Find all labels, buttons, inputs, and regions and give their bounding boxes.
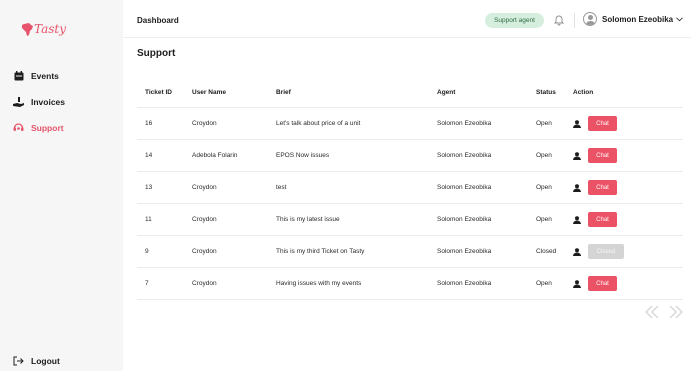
closed-button: Closed — [588, 244, 624, 259]
sidebar: Tasty Events Invoices Support Logout — [0, 0, 123, 371]
table-header-row: Ticket ID User Name Brief Agent Status A… — [137, 78, 683, 108]
action-cell: Chat — [573, 148, 683, 163]
calendar-icon — [13, 70, 24, 81]
user-name-cell: Croydon — [192, 248, 217, 255]
brief-cell: This is my third Ticket on Tasty — [276, 248, 365, 255]
page-title: Support — [137, 48, 176, 59]
action-cell: Chat — [573, 276, 683, 291]
user-name-cell: Croydon — [192, 184, 217, 191]
action-cell: Chat — [573, 116, 683, 131]
user-name-cell: Croydon — [192, 120, 217, 127]
chat-button[interactable]: Chat — [588, 212, 617, 227]
avatar — [583, 12, 597, 26]
ticket-id: 7 — [145, 280, 149, 287]
headset-icon — [13, 122, 24, 133]
brief-cell: Let's talk about price of a unit — [276, 120, 361, 127]
africa-map-icon — [22, 22, 33, 36]
chevron-down-icon — [676, 16, 683, 21]
user-name-cell: Croydon — [192, 280, 217, 287]
ticket-id: 9 — [145, 248, 149, 255]
person-icon[interactable] — [573, 183, 582, 192]
person-icon[interactable] — [573, 119, 582, 128]
ticket-id: 11 — [145, 216, 152, 223]
column-header: User Name — [192, 89, 226, 96]
header-divider — [574, 13, 575, 28]
table-row: 11 Croydon This is my latest issue Solom… — [137, 204, 683, 236]
action-cell: Chat — [573, 180, 683, 195]
action-cell: Closed — [573, 244, 683, 259]
sidebar-item-label: Invoices — [31, 96, 66, 107]
user-menu[interactable]: Solomon Ezeobika — [583, 12, 683, 26]
table-row: 13 Croydon test Solomon Ezeobika Open Ch… — [137, 172, 683, 204]
agent-cell: Solomon Ezeobika — [437, 216, 492, 223]
column-header: Brief — [276, 89, 291, 96]
role-badge: Support agent — [485, 13, 544, 28]
table-row: 14 Adebola Folarin EPOS Now issues Solom… — [137, 140, 683, 172]
double-chevron-right-icon[interactable] — [668, 305, 684, 319]
ticket-id: 16 — [145, 120, 153, 127]
logout-label: Logout — [31, 355, 60, 366]
column-header: Action — [573, 89, 594, 96]
status-cell: Open — [536, 152, 552, 159]
status-cell: Open — [536, 184, 552, 191]
user-name-cell: Adebola Folarin — [192, 152, 238, 159]
column-header: Ticket ID — [145, 89, 172, 96]
sidebar-item-events[interactable]: Events — [13, 69, 65, 82]
status-cell: Open — [536, 216, 552, 223]
action-cell: Chat — [573, 212, 683, 227]
chat-button[interactable]: Chat — [588, 148, 617, 163]
column-header: Agent — [437, 89, 456, 96]
breadcrumb[interactable]: Dashboard — [137, 16, 179, 25]
agent-cell: Solomon Ezeobika — [437, 184, 492, 191]
tickets-table: Ticket ID User Name Brief Agent Status A… — [137, 78, 683, 300]
chat-button[interactable]: Chat — [588, 276, 617, 291]
hand-money-icon — [13, 96, 24, 107]
logo[interactable]: Tasty — [22, 22, 66, 36]
table-row: 16 Croydon Let's talk about price of a u… — [137, 108, 683, 140]
sidebar-nav: Events Invoices Support — [13, 69, 65, 147]
brief-cell: Having issues with my events — [276, 280, 362, 287]
agent-cell: Solomon Ezeobika — [437, 120, 492, 127]
pagination — [644, 305, 691, 319]
top-bar: Dashboard Support agent Solomon Ezeobika — [123, 0, 691, 38]
sidebar-item-support[interactable]: Support — [13, 121, 65, 134]
person-icon[interactable] — [573, 279, 582, 288]
brief-cell: This is my latest issue — [276, 216, 340, 223]
logout-icon — [13, 355, 24, 366]
chat-button[interactable]: Chat — [588, 116, 617, 131]
person-icon[interactable] — [573, 215, 582, 224]
logout-button[interactable]: Logout — [13, 355, 60, 366]
status-cell: Closed — [536, 248, 557, 255]
table-row: 7 Croydon Having issues with my events S… — [137, 268, 683, 300]
table-row: 9 Croydon This is my third Ticket on Tas… — [137, 236, 683, 268]
double-chevron-left-icon[interactable] — [644, 305, 660, 319]
column-header: Status — [536, 89, 556, 96]
agent-cell: Solomon Ezeobika — [437, 280, 492, 287]
user-name: Solomon Ezeobika — [602, 14, 674, 24]
agent-cell: Solomon Ezeobika — [437, 152, 492, 159]
sidebar-item-label: Events — [31, 70, 59, 81]
user-name-cell: Croydon — [192, 216, 217, 223]
status-cell: Open — [536, 280, 552, 287]
brief-cell: test — [276, 184, 287, 191]
brief-cell: EPOS Now issues — [276, 152, 330, 159]
bell-icon[interactable] — [553, 14, 565, 26]
chat-button[interactable]: Chat — [588, 180, 617, 195]
logo-text: Tasty — [34, 22, 66, 36]
person-icon[interactable] — [573, 247, 582, 256]
sidebar-item-invoices[interactable]: Invoices — [13, 95, 65, 108]
ticket-id: 14 — [145, 152, 153, 159]
ticket-id: 13 — [145, 184, 153, 191]
sidebar-item-label: Support — [31, 122, 64, 133]
agent-cell: Solomon Ezeobika — [437, 248, 492, 255]
status-cell: Open — [536, 120, 552, 127]
person-icon[interactable] — [573, 151, 582, 160]
